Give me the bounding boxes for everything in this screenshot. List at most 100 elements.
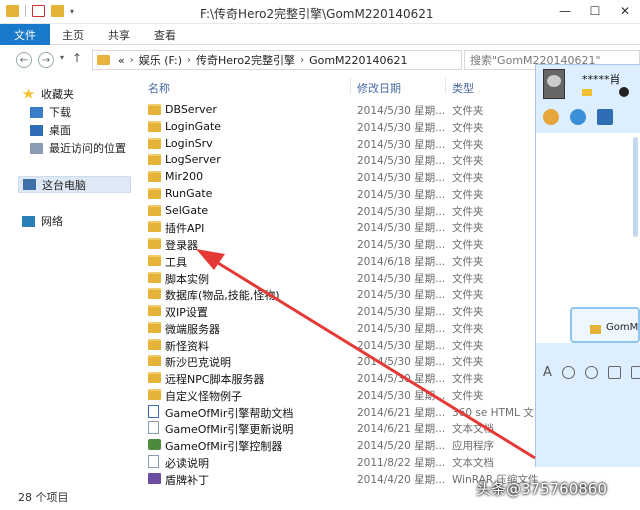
breadcrumb-current[interactable]: GomM220140621 [309, 54, 407, 67]
file-row[interactable]: 登录器 2014/5/30 星期... 文件夹 [140, 236, 540, 252]
recent-icon [30, 142, 43, 154]
folder-icon [148, 171, 161, 182]
shake-icon[interactable] [584, 366, 598, 379]
tab-file[interactable]: 文件 [0, 24, 50, 45]
font-icon[interactable]: A [543, 365, 552, 380]
column-date[interactable]: 修改日期 [357, 80, 401, 96]
file-type: 文件夹 [452, 339, 484, 352]
image-icon[interactable] [630, 366, 640, 379]
chevron-right-icon: › [129, 54, 134, 66]
file-row[interactable]: DBServer 2014/5/30 星期... 文件夹 [140, 102, 540, 118]
nav-recent[interactable]: 最近访问的位置 [30, 140, 126, 156]
avatar[interactable] [543, 69, 565, 99]
file-row[interactable]: 新怪资料 2014/5/30 星期... 文件夹 [140, 337, 540, 353]
properties-icon[interactable] [32, 5, 45, 17]
file-type: 文件夹 [452, 389, 484, 402]
star-icon [22, 88, 35, 99]
file-row[interactable]: LogServer 2014/5/30 星期... 文件夹 [140, 152, 540, 168]
file-name: RunGate [165, 186, 213, 200]
vip-badge-icon [582, 89, 592, 96]
file-row[interactable]: 数据库(物品,技能,怪物) 2014/5/30 星期... 文件夹 [140, 286, 540, 302]
folder-icon [148, 187, 161, 199]
scrollbar[interactable] [633, 137, 638, 237]
file-date: 2014/5/30 星期... [357, 339, 446, 352]
file-row[interactable]: 双IP设置 2014/5/30 星期... 文件夹 [140, 303, 540, 319]
nav-desktop-label: 桌面 [49, 124, 71, 137]
ribbon-tabs: 文件 主页 共享 查看 [0, 24, 640, 45]
file-name: 登录器 [165, 239, 198, 252]
tab-home[interactable]: 主页 [50, 24, 96, 45]
up-button[interactable]: ↑ [72, 51, 82, 65]
file-row[interactable]: 工具 2014/6/18 星期... 文件夹 [140, 253, 540, 269]
network-icon [22, 215, 35, 227]
column-type[interactable]: 类型 [452, 80, 474, 96]
file-row[interactable]: Mir200 2014/5/30 星期... 文件夹 [140, 169, 540, 185]
folder-icon [148, 355, 161, 367]
chevron-right-icon: › [187, 54, 191, 66]
chat-username: *****肖 [582, 73, 621, 86]
file-date: 2014/5/30 星期... [357, 356, 446, 369]
file-row[interactable]: GameOfMir引擎更新说明 2014/6/21 星期... 文本文档 [140, 420, 540, 436]
nav-recent-label: 最近访问的位置 [49, 142, 126, 155]
file-row[interactable]: GameOfMir引擎控制器 2014/5/20 星期... 应用程序 [140, 437, 540, 453]
file-type: 文件夹 [452, 121, 484, 134]
tab-view[interactable]: 查看 [142, 24, 188, 45]
file-name: 自定义怪物例子 [165, 389, 242, 403]
forward-button[interactable]: → [38, 52, 54, 68]
file-row[interactable]: LoginSrv 2014/5/30 星期... 文件夹 [140, 136, 540, 152]
file-type: 文本文档 [452, 456, 494, 469]
breadcrumb-engine[interactable]: 传奇Hero2完整引擎 [196, 52, 295, 68]
nav-favorites[interactable]: 收藏夹 [22, 86, 74, 102]
file-name: 脚本实例 [165, 272, 209, 286]
tab-share[interactable]: 共享 [96, 24, 142, 45]
emoji-icon[interactable] [561, 366, 575, 379]
nav-network[interactable]: 网络 [22, 213, 63, 229]
file-name: 双IP设置 [165, 306, 208, 319]
nav-downloads[interactable]: 下载 [30, 104, 71, 120]
maximize-button[interactable]: ☐ [580, 0, 610, 22]
file-type: 文件夹 [452, 138, 484, 151]
file-name: DBServer [165, 103, 217, 116]
address-bar[interactable]: « › 娱乐 (F:) › 传奇Hero2完整引擎 › GomM22014062… [92, 50, 462, 70]
file-message-bubble[interactable]: GomM [570, 307, 640, 343]
nav-this-pc[interactable]: 这台电脑 [18, 176, 131, 193]
back-button[interactable]: ← [16, 52, 32, 68]
file-name: 工具 [165, 255, 187, 269]
camera-icon[interactable] [570, 109, 586, 125]
close-button[interactable]: ✕ [610, 0, 640, 22]
file-row[interactable]: 新沙巴克说明 2014/5/30 星期... 文件夹 [140, 353, 540, 369]
breadcrumb-overflow[interactable]: « [118, 54, 125, 67]
minimize-button[interactable]: — [550, 0, 580, 22]
file-row[interactable]: RunGate 2014/5/30 星期... 文件夹 [140, 186, 540, 202]
recent-locations-icon[interactable]: ▾ [60, 53, 64, 62]
file-date: 2014/6/21 星期... [357, 423, 446, 436]
column-name[interactable]: 名称 [148, 80, 170, 96]
file-row[interactable]: 微端服务器 2014/5/30 星期... 文件夹 [140, 320, 540, 336]
screen-share-icon[interactable] [597, 109, 613, 125]
new-folder-icon[interactable] [51, 5, 64, 17]
file-date: 2014/5/30 星期... [357, 155, 446, 168]
file-date: 2014/5/30 星期... [357, 289, 446, 302]
file-row[interactable]: 脚本实例 2014/5/30 星期... 文件夹 [140, 270, 540, 286]
html-file-icon [148, 404, 159, 418]
file-row[interactable]: LoginGate 2014/5/30 星期... 文件夹 [140, 119, 540, 135]
file-row[interactable]: 远程NPC脚本服务器 2014/5/30 星期... 文件夹 [140, 370, 540, 386]
file-row[interactable]: 必读说明 2011/8/22 星期... 文本文档 [140, 454, 540, 470]
file-date: 2014/5/30 星期... [357, 121, 446, 134]
file-row[interactable]: 自定义怪物例子 2014/5/30 星期... 文件夹 [140, 387, 540, 403]
file-type: 文件夹 [452, 172, 484, 184]
chat-toolbar [543, 109, 613, 125]
watermark: 头条@375760860 [476, 480, 607, 498]
file-name: LogServer [165, 153, 221, 167]
file-row[interactable]: 插件API 2014/5/30 星期... 文件夹 [140, 219, 540, 235]
file-row[interactable]: SelGate 2014/5/30 星期... 文件夹 [140, 203, 540, 219]
text-file-icon [148, 454, 159, 468]
file-type: 360 se HTML 文... [452, 406, 544, 419]
voice-icon[interactable] [607, 366, 621, 379]
file-row[interactable]: GameOfMir引擎帮助文档 2014/6/21 星期... 360 se HTM… [140, 404, 544, 420]
chevron-down-icon[interactable]: ▾ [70, 7, 74, 16]
breadcrumb-drive[interactable]: 娱乐 (F:) [139, 52, 182, 68]
microphone-icon[interactable] [543, 109, 559, 125]
folder-icon [148, 338, 161, 350]
nav-desktop[interactable]: 桌面 [30, 122, 71, 138]
